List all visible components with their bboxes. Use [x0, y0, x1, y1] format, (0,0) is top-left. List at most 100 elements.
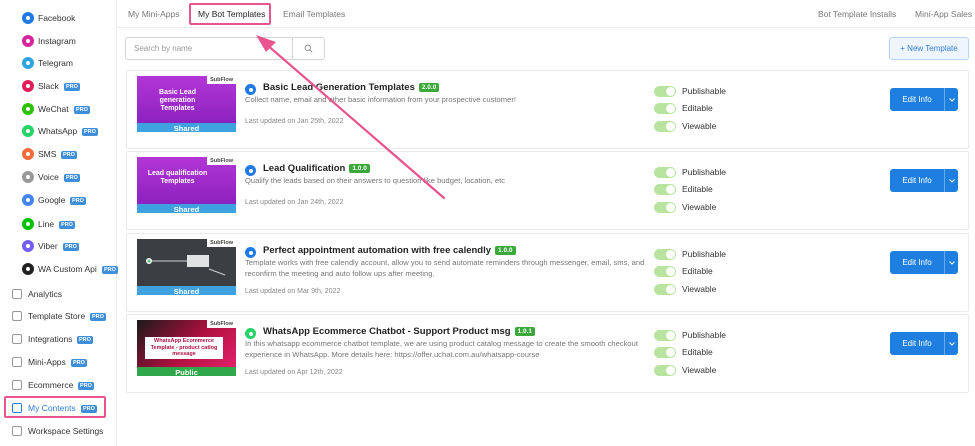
search-button[interactable] [292, 38, 324, 59]
toggle-switch[interactable] [654, 346, 676, 358]
toggle-label: Viewable [682, 202, 717, 212]
toggle-switch[interactable] [654, 166, 676, 178]
template-title[interactable]: Lead Qualification [263, 163, 345, 174]
pro-badge: PRO [64, 83, 80, 91]
sidebar-item-sms[interactable]: SMS PRO [0, 144, 117, 164]
template-thumbnail[interactable]: Basic Lead generation Templates SubFlow Sh… [137, 76, 236, 132]
sidebar-item-slack[interactable]: Slack PRO [0, 76, 117, 96]
sidebar-section-mini-apps[interactable]: Mini-Apps PRO [0, 352, 117, 372]
template-title-row: Basic Lead Generation Templates 2.0.0 [263, 82, 440, 93]
new-template-button[interactable]: + New Template [889, 37, 969, 60]
version-badge: 2.0.0 [418, 82, 440, 92]
chevron-down-icon[interactable] [944, 169, 958, 192]
edit-info-button[interactable]: Edit Info [890, 332, 944, 355]
toggle-publishable: Publishable [654, 166, 726, 178]
toggle-label: Publishable [682, 330, 726, 340]
subflow-badge: SubFlow [207, 239, 236, 247]
search-input[interactable] [126, 38, 294, 59]
toggle-switch[interactable] [654, 85, 676, 97]
sidebar-item-label: Viber [38, 241, 58, 251]
last-updated: Last updated on Jan 25th, 2022 [245, 118, 344, 125]
chevron-down-icon[interactable] [944, 251, 958, 274]
chevron-down-icon[interactable] [944, 332, 958, 355]
template-card: WhatsApp Ecommerce Template - product ca… [126, 314, 969, 393]
voice-icon [22, 171, 34, 183]
sidebar-item-google[interactable]: Google PRO [0, 190, 117, 210]
chevron-down-icon[interactable] [944, 88, 958, 111]
toggle-switch[interactable] [654, 248, 676, 260]
sidebar-item-instagram[interactable]: Instagram [0, 31, 117, 51]
wechat-icon [22, 103, 34, 115]
integrations-icon [12, 334, 22, 344]
toggle-label: Editable [682, 266, 713, 276]
pro-badge: PRO [61, 151, 77, 159]
template-thumbnail[interactable]: SubFlow Shared [137, 239, 236, 295]
my-contents-highlight-annotation [4, 396, 106, 418]
sidebar-section-ecommerce[interactable]: Ecommerce PRO [0, 375, 117, 395]
sidebar-item-telegram[interactable]: Telegram [0, 53, 117, 73]
sidebar-section-workspace-settings[interactable]: Workspace Settings [0, 421, 117, 441]
messenger-icon [245, 165, 256, 176]
search-icon [304, 44, 313, 53]
template-store-icon [12, 311, 22, 321]
toggle-label: Publishable [682, 86, 726, 96]
sidebar-section-label: Analytics [28, 289, 63, 299]
sidebar-item-wa-custom-api[interactable]: WA Custom Api PRO [0, 259, 118, 279]
sidebar-item-whatsapp[interactable]: WhatsApp PRO [0, 121, 117, 141]
toggle-switch[interactable] [654, 102, 676, 114]
pro-badge: PRO [90, 313, 106, 321]
toggle-switch[interactable] [654, 183, 676, 195]
edit-info-button[interactable]: Edit Info [890, 88, 944, 111]
sidebar-item-label: SMS [38, 149, 57, 159]
sidebar-item-wechat[interactable]: WeChat PRO [0, 99, 117, 119]
sidebar-item-viber[interactable]: Viber PRO [0, 236, 117, 256]
toggle-switch[interactable] [654, 265, 676, 277]
thumbnail-status: Shared [137, 204, 236, 213]
edit-info-button[interactable]: Edit Info [890, 251, 944, 274]
sidebar-section-integrations[interactable]: Integrations PRO [0, 329, 117, 349]
search-box [125, 37, 325, 60]
thumbnail-status: Public [137, 367, 236, 376]
thumbnail-title: WhatsApp Ecommerce Template - product ca… [145, 337, 223, 359]
toggle-switch[interactable] [654, 283, 676, 295]
template-thumbnail[interactable]: WhatsApp Ecommerce Template - product ca… [137, 320, 236, 376]
template-title[interactable]: WhatsApp Ecommerce Chatbot - Support Pro… [263, 326, 511, 337]
sidebar-item-label: WA Custom Api [38, 264, 97, 274]
tab-email-templates[interactable]: Email Templates [283, 0, 345, 28]
slack-icon [22, 80, 34, 92]
toggle-switch[interactable] [654, 364, 676, 376]
tab-mini-app-sales[interactable]: Mini-App Sales [915, 0, 972, 28]
tab-my-mini-apps[interactable]: My Mini-Apps [128, 0, 179, 28]
pro-badge: PRO [59, 221, 75, 229]
tab-highlight-annotation [189, 3, 271, 25]
template-title[interactable]: Basic Lead Generation Templates [263, 82, 415, 93]
toggle-publishable: Publishable [654, 85, 726, 97]
toggle-viewable: Viewable [654, 201, 716, 213]
toggle-switch[interactable] [654, 120, 676, 132]
tab-bot-template-installs[interactable]: Bot Template Installs [818, 0, 896, 28]
analytics-icon [12, 289, 22, 299]
toggle-editable: Editable [654, 183, 713, 195]
pro-badge: PRO [64, 174, 80, 182]
toggle-switch[interactable] [654, 329, 676, 341]
toggle-switch[interactable] [654, 201, 676, 213]
sidebar-section-analytics[interactable]: Analytics [0, 284, 117, 304]
sidebar-item-label: Facebook [38, 13, 76, 23]
sidebar-item-line[interactable]: Line PRO [0, 214, 117, 234]
edit-info-button[interactable]: Edit Info [890, 169, 944, 192]
template-card: SubFlow Shared Perfect appointment automat… [126, 233, 969, 312]
thumbnail-title: Basic Lead generation Templates [159, 89, 196, 112]
pro-badge: PRO [63, 243, 79, 251]
template-description: Qualify the leads based on their answers… [245, 176, 506, 185]
template-thumbnail[interactable]: Lead qualification Templates SubFlow Share… [137, 157, 236, 213]
toggle-label: Publishable [682, 167, 726, 177]
sidebar-section-template-store[interactable]: Template Store PRO [0, 306, 117, 326]
sidebar-item-facebook[interactable]: Facebook [0, 8, 117, 28]
sidebar-item-voice[interactable]: Voice PRO [0, 167, 117, 187]
sidebar: Facebook Instagram Telegram Slack PRO WeChat P… [0, 0, 118, 446]
whatsapp-icon [22, 125, 34, 137]
template-description: Collect name, email and other basic info… [245, 95, 516, 104]
last-updated: Last updated on Apr 12th, 2022 [245, 369, 343, 376]
template-title[interactable]: Perfect appointment automation with free… [263, 245, 491, 256]
pro-badge: PRO [70, 197, 86, 205]
